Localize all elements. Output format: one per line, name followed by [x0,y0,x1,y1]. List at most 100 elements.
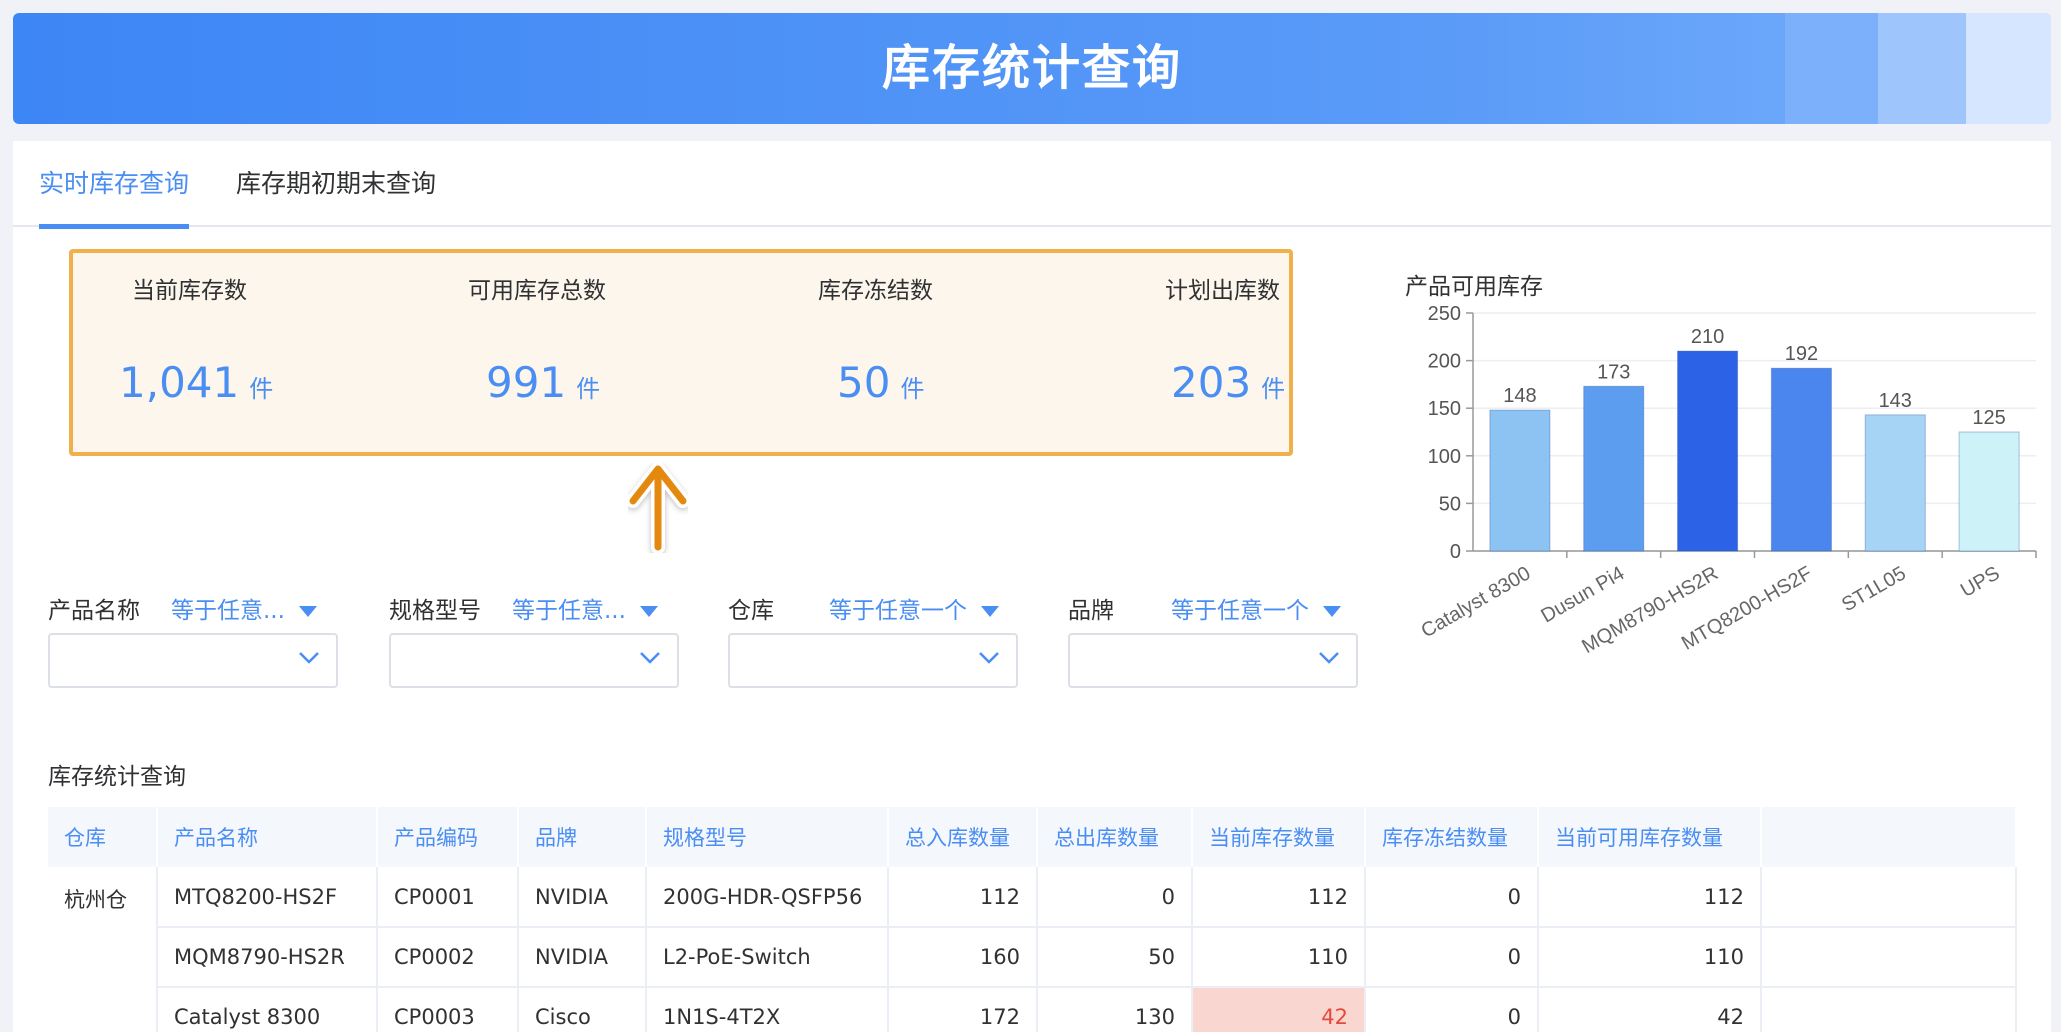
column-header-warehouse[interactable]: 仓库 [48,807,158,867]
bar-value-label: 148 [1503,385,1536,407]
bar [1864,414,1926,552]
filter-product-name: 产品名称 等于任意... [48,591,338,701]
column-header-current-stock[interactable]: 当前库存数量 [1192,807,1366,867]
cell-total-outbound: 130 [1037,987,1193,1032]
x-tick-label: UPS [1957,562,2004,602]
cell-current-stock: 112 [1192,867,1366,928]
bar-value-label: 173 [1597,361,1630,383]
y-tick-label: 50 [1439,493,1461,515]
filter-brand: 品牌 等于任意一个 [1068,591,1358,701]
table-title: 库存统计查询 [48,764,186,790]
tab-realtime-inventory[interactable]: 实时库存查询 [39,141,190,229]
filter-label: 仓库 [728,598,774,624]
table-row[interactable]: Catalyst 8300 CP0003 Cisco 1N1S-4T2X 172… [48,987,2017,1032]
cell-total-inbound: 172 [888,987,1038,1032]
kpi-label: 库存冻结数 [818,278,933,304]
cell-current-stock: 110 [1192,927,1366,988]
cell-spec-model: 1N1S-4T2X [646,987,889,1032]
caret-down-icon [1323,606,1341,617]
cell-spec-model: 200G-HDR-QSFP56 [646,867,889,928]
arrow-up-icon [628,463,688,553]
cell-product-name: Catalyst 8300 [157,987,378,1032]
column-header-brand[interactable]: 品牌 [518,807,647,867]
kpi-label: 计划出库数 [1165,278,1280,304]
cell-total-outbound: 0 [1037,867,1193,928]
kpi-label: 可用库存总数 [468,278,606,304]
column-header-available-stock[interactable]: 当前可用库存数量 [1538,807,1762,867]
chevron-down-icon [1319,652,1339,664]
filter-operator-dropdown[interactable]: 等于任意一个 [1171,591,1341,625]
cell-product-name: MTQ8200-HS2F [157,867,378,928]
bar [1583,385,1645,552]
caret-down-icon [639,606,658,617]
chevron-down-icon [979,652,999,664]
filter-spec-model: 规格型号 等于任意... [389,591,679,701]
cell-total-inbound: 112 [888,867,1038,928]
filter-label: 规格型号 [389,598,481,624]
bar-chart: 050100150200250148Catalyst 8300173Dusun … [1418,303,2037,658]
x-tick-label: ST1L05 [1838,562,1910,616]
bar-value-label: 210 [1691,326,1724,348]
kpi-value: 50 件 [837,358,925,407]
column-header-frozen-stock[interactable]: 库存冻结数量 [1365,807,1539,867]
y-tick-label: 250 [1428,303,1461,325]
cell-spec-model: L2-PoE-Switch [646,927,889,988]
bar-value-label: 192 [1785,343,1818,365]
column-header-total-inbound[interactable]: 总入库数量 [888,807,1038,867]
column-header-total-outbound[interactable]: 总出库数量 [1037,807,1193,867]
filter-label: 产品名称 [48,598,140,624]
cell-brand: Cisco [518,987,647,1032]
page-title: 库存统计查询 [881,40,1182,96]
spec-model-select[interactable] [389,633,679,688]
cell-brand: NVIDIA [518,867,647,928]
cell-available-stock: 110 [1538,927,1762,988]
y-tick-label: 150 [1428,398,1461,420]
cell-warehouse: 杭州仓 [48,867,158,1032]
bar-value-label: 143 [1879,390,1912,412]
bar [1770,367,1832,552]
bar [1489,409,1551,552]
caret-down-icon [298,606,317,617]
kpi-label: 当前库存数 [132,278,247,304]
cell-product-code: CP0002 [377,927,519,988]
caret-down-icon [981,606,999,617]
column-header-product-name[interactable]: 产品名称 [157,807,378,867]
table-row[interactable]: MQM8790-HS2R CP0002 NVIDIA L2-PoE-Switch… [48,927,2017,988]
filter-label: 品牌 [1068,598,1114,624]
filter-operator-dropdown[interactable]: 等于任意... [512,591,658,625]
filter-operator-dropdown[interactable]: 等于任意... [171,591,317,625]
chevron-down-icon [299,652,319,664]
cell-available-stock: 112 [1538,867,1762,928]
chevron-down-icon [640,652,660,664]
cell-frozen-stock: 0 [1365,927,1539,988]
inventory-table: 仓库 产品名称 产品编码 品牌 规格型号 总入库数量 总出库数量 当前库存数量 … [48,807,2017,1032]
kpi-value: 203 件 [1171,358,1286,407]
kpi-value: 991 件 [486,358,601,407]
y-tick-label: 100 [1428,446,1461,468]
column-header-extra [1761,807,2017,867]
page-header: 库存统计查询 [13,13,2051,124]
cell-product-name: MQM8790-HS2R [157,927,378,988]
filter-operator-dropdown[interactable]: 等于任意一个 [829,591,999,625]
bar-value-label: 125 [1972,407,2005,429]
cell-available-stock: 42 [1538,987,1762,1032]
cell-extra [1761,927,2017,988]
tab-period-inventory[interactable]: 库存期初期末查询 [236,141,436,227]
product-name-select[interactable] [48,633,338,688]
column-header-product-code[interactable]: 产品编码 [377,807,519,867]
brand-select[interactable] [1068,633,1358,688]
cell-brand: NVIDIA [518,927,647,988]
cell-product-code: CP0001 [377,867,519,928]
product-available-stock-chart: 产品可用库存 0 50 100 150 200 250 148 Catalyst 8300 17… [1403,249,2043,709]
column-header-spec-model[interactable]: 规格型号 [646,807,889,867]
warehouse-select[interactable] [728,633,1018,688]
table-header-row: 仓库 产品名称 产品编码 品牌 规格型号 总入库数量 总出库数量 当前库存数量 … [48,807,2017,867]
cell-extra [1761,987,2017,1032]
cell-product-code: CP0003 [377,987,519,1032]
tab-bar: 实时库存查询 库存期初期末查询 [13,141,2051,229]
kpi-value: 1,041 件 [119,358,274,407]
bar [1677,350,1739,552]
cell-frozen-stock: 0 [1365,987,1539,1032]
table-row[interactable]: 杭州仓 MTQ8200-HS2F CP0001 NVIDIA 200G-HDR-… [48,867,2017,1032]
kpi-summary-box: 当前库存数 1,041 件 可用库存总数 991 件 库存冻结数 50 件 计划出库数… [69,249,1293,456]
